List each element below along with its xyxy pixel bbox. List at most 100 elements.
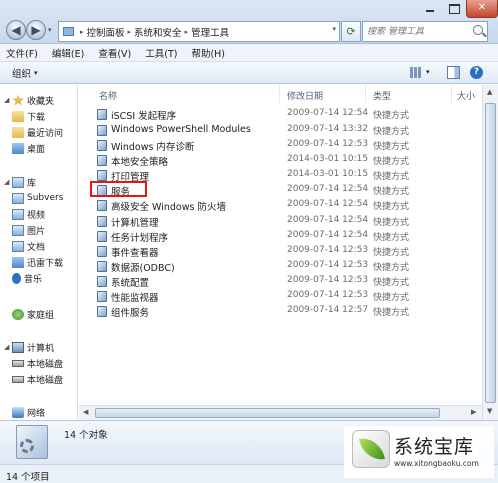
breadcrumb-separator[interactable]: ▸ [185, 28, 189, 36]
close-button[interactable]: ✕ [466, 0, 498, 18]
shortcut-icon [97, 306, 107, 317]
search-box[interactable] [362, 21, 488, 42]
sidebar-item-local-disk-c[interactable]: 本地磁盘 [12, 356, 63, 370]
expand-arrow-icon[interactable]: ◢ [4, 178, 12, 186]
refresh-button[interactable]: ⟳ [341, 21, 361, 42]
sidebar-item-downloads[interactable]: 下载 [12, 109, 45, 123]
table-row[interactable]: 性能监视器 2009-07-14 12:53 快捷方式 [97, 289, 497, 304]
table-row[interactable]: iSCSI 发起程序 2009-07-14 12:54 快捷方式 [97, 107, 497, 122]
sidebar-item-label: 图片 [27, 226, 46, 237]
table-row[interactable]: 组件服务 2009-07-14 12:57 快捷方式 [97, 304, 497, 319]
menu-tools[interactable]: 工具(T) [145, 46, 177, 60]
help-icon[interactable]: ? [470, 66, 483, 79]
preview-pane-icon[interactable] [447, 66, 460, 79]
sidebar-item-thunder[interactable]: 迅雷下载 [12, 255, 63, 269]
column-divider[interactable] [365, 85, 366, 103]
sidebar-item-desktop[interactable]: 桌面 [12, 141, 45, 155]
downloads-folder-icon [12, 110, 24, 122]
search-input[interactable] [367, 24, 467, 39]
menu-file[interactable]: 文件(F) [6, 46, 38, 60]
view-options-dropdown[interactable]: ▾ [426, 68, 430, 76]
minimize-button[interactable] [418, 0, 442, 18]
vertical-scroll-thumb[interactable] [485, 103, 496, 403]
homegroup-icon [12, 308, 24, 320]
column-header-date[interactable]: 修改日期 [287, 89, 323, 102]
gear-icon [20, 439, 34, 453]
table-row[interactable]: 本地安全策略 2014-03-01 10:15 快捷方式 [97, 153, 497, 168]
sidebar-item-label: 最近访问 [27, 128, 64, 139]
search-icon[interactable] [473, 25, 483, 35]
change-view-icon[interactable] [410, 67, 422, 78]
table-row[interactable]: Windows PowerShell Modules 2009-07-14 13… [97, 123, 497, 138]
file-name: 任务计划程序 [111, 233, 169, 244]
breadcrumb-admin-tools[interactable]: 管理工具 [191, 25, 229, 39]
menu-view[interactable]: 查看(V) [98, 46, 131, 60]
breadcrumb-control-panel[interactable]: 控制面板 [87, 25, 125, 39]
sidebar-item-libraries[interactable]: ◢ 库 [4, 175, 36, 189]
sidebar-item-music[interactable]: 音乐 [12, 271, 42, 285]
expand-arrow-icon[interactable]: ◢ [4, 96, 12, 104]
sidebar-item-label: 下载 [27, 112, 46, 123]
table-row[interactable]: 系统配置 2009-07-14 12:53 快捷方式 [97, 274, 497, 289]
address-dropdown-icon[interactable]: ▾ [332, 25, 336, 33]
column-header-type[interactable]: 类型 [373, 89, 391, 102]
table-row[interactable]: Windows 内存诊断 2009-07-14 12:53 快捷方式 [97, 138, 497, 153]
local-disk-icon [12, 375, 24, 383]
scroll-down-icon[interactable]: ▼ [487, 407, 492, 415]
back-button[interactable]: ◀ [6, 20, 26, 40]
sidebar-item-subversion[interactable]: Subvers [12, 191, 63, 205]
sidebar-item-homegroup[interactable]: 家庭组 [12, 307, 54, 321]
table-row[interactable]: 事件查看器 2009-07-14 12:53 快捷方式 [97, 244, 497, 259]
sidebar-item-pictures[interactable]: 图片 [12, 223, 45, 237]
column-header-size[interactable]: 大小 [457, 89, 475, 102]
column-divider[interactable] [451, 85, 452, 103]
sidebar-item-favorites[interactable]: ◢ 收藏夹 [4, 93, 54, 107]
recent-pages-dropdown[interactable]: ▾ [48, 26, 56, 36]
scroll-up-icon[interactable]: ▲ [487, 88, 492, 96]
menu-bar: 文件(F) 编辑(E) 查看(V) 工具(T) 帮助(H) [0, 44, 498, 62]
vertical-scrollbar[interactable]: ▲ ▼ [482, 85, 498, 420]
organize-button[interactable]: 组织 ▾ [12, 66, 38, 80]
sidebar-item-network[interactable]: 网络 [12, 405, 45, 419]
sidebar-item-label: 音乐 [24, 274, 43, 285]
table-row[interactable]: 打印管理 2014-03-01 10:15 快捷方式 [97, 168, 497, 183]
breadcrumb-separator: ▸ [80, 27, 84, 36]
expand-arrow-icon[interactable]: ◢ [4, 343, 12, 351]
file-name: 高级安全 Windows 防火墙 [111, 202, 226, 213]
scroll-left-icon[interactable]: ◀ [83, 408, 88, 416]
sidebar-item-computer[interactable]: ◢ 计算机 [4, 340, 54, 354]
sidebar-item-local-disk-d[interactable]: 本地磁盘 [12, 372, 63, 386]
sidebar-item-recent[interactable]: 最近访问 [12, 125, 63, 139]
horizontal-scroll-thumb[interactable] [95, 408, 440, 418]
scroll-right-icon[interactable]: ▶ [471, 408, 476, 416]
forward-button[interactable]: ▶ [26, 20, 46, 40]
sidebar-item-label: 本地磁盘 [27, 375, 64, 386]
file-type: 快捷方式 [373, 233, 410, 243]
file-type: 快捷方式 [373, 202, 410, 212]
breadcrumb-separator[interactable]: ▸ [128, 28, 132, 36]
table-row[interactable]: 计算机管理 2009-07-14 12:54 快捷方式 [97, 214, 497, 229]
file-type: 快捷方式 [373, 172, 410, 182]
menu-help[interactable]: 帮助(H) [191, 46, 225, 60]
shortcut-icon [97, 140, 107, 151]
item-count: 14 个项目 [6, 472, 50, 483]
horizontal-scrollbar[interactable]: ◀ ▶ [79, 405, 482, 420]
shortcut-icon [97, 125, 107, 136]
sidebar-item-documents[interactable]: 文档 [12, 239, 45, 253]
navigation-pane: ◢ 收藏夹 下载 最近访问 桌面 ◢ 库 Subvers 视频 图片 文档 迅雷… [0, 85, 78, 420]
table-row[interactable]: 数据源(ODBC) 2009-07-14 12:53 快捷方式 [97, 259, 497, 274]
menu-edit[interactable]: 编辑(E) [52, 46, 84, 60]
file-type: 快捷方式 [373, 187, 410, 197]
column-divider[interactable] [279, 85, 280, 103]
sidebar-item-videos[interactable]: 视频 [12, 207, 45, 221]
file-date: 2009-07-14 12:54 [287, 108, 369, 118]
table-row[interactable]: 服务 2009-07-14 12:54 快捷方式 [97, 183, 497, 198]
maximize-button[interactable] [442, 0, 466, 18]
local-disk-icon [12, 359, 24, 367]
table-row[interactable]: 高级安全 Windows 防火墙 2009-07-14 12:54 快捷方式 [97, 198, 497, 213]
table-row[interactable]: 任务计划程序 2009-07-14 12:54 快捷方式 [97, 229, 497, 244]
breadcrumb-system-security[interactable]: 系统和安全 [134, 25, 182, 39]
column-header-name[interactable]: 名称 [99, 89, 117, 102]
file-date: 2009-07-14 13:32 [287, 124, 369, 134]
address-bar[interactable]: ▸ 控制面板 ▸ 系统和安全 ▸ 管理工具 ▾ [58, 21, 340, 42]
